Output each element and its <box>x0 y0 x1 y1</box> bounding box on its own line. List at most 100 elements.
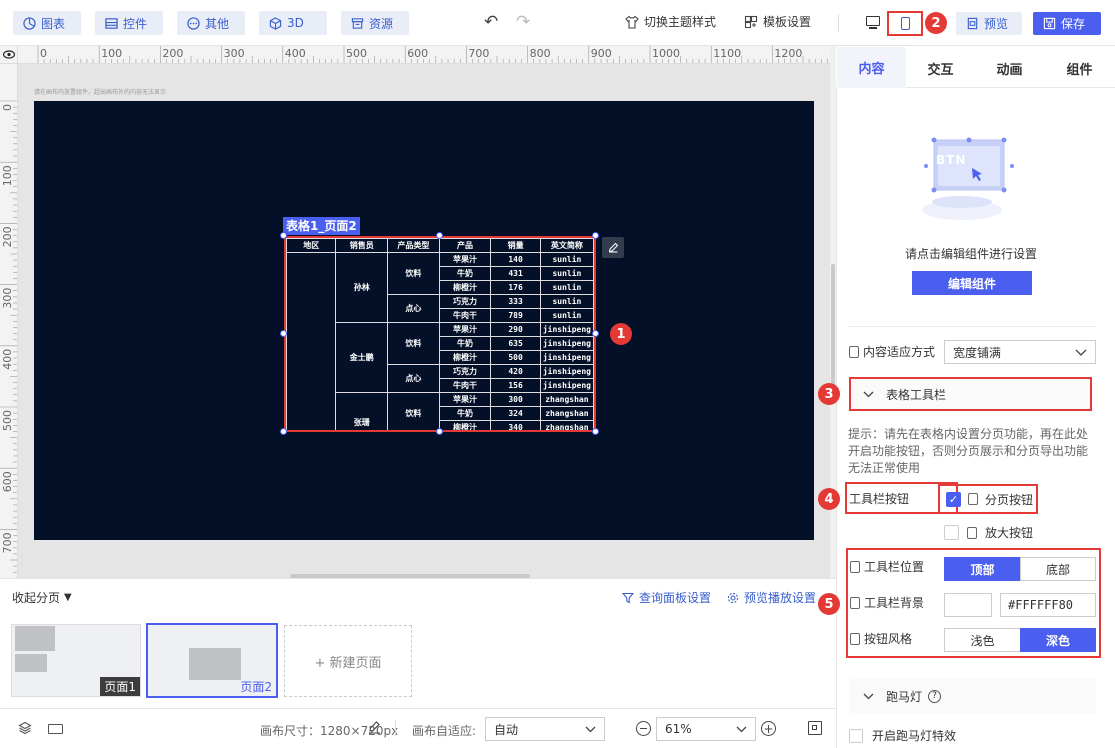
save-button[interactable]: 保存 <box>1033 12 1101 35</box>
resize-handle-nw[interactable] <box>280 232 287 239</box>
caret-down-icon: ▼ <box>64 592 72 603</box>
thumb-block <box>189 648 241 680</box>
other-button[interactable]: 其他 <box>177 11 245 35</box>
tab-animation[interactable]: 动画 <box>975 51 1044 85</box>
resize-handle-ne[interactable] <box>592 232 599 239</box>
redo-icon[interactable]: ↷ <box>516 12 530 32</box>
region-cell <box>286 252 337 430</box>
fit-screen-icon[interactable] <box>808 721 822 735</box>
query-panel-link[interactable]: 查询面板设置 <box>622 589 711 606</box>
product-cell: 柳橙汁 <box>438 350 492 365</box>
qty-cell: 789 <box>490 308 541 323</box>
zoom-select[interactable]: 61% <box>656 717 756 741</box>
header-salesperson: 销售员 <box>335 238 389 253</box>
canvas-adapt-select[interactable]: 自动 <box>485 717 605 741</box>
abbr-cell: zhangshan <box>539 420 594 430</box>
minus-icon <box>640 728 647 729</box>
chevron-down-icon <box>863 693 874 699</box>
collapse-pages-button[interactable]: 收起分页 ▼ <box>12 589 72 606</box>
vertical-ruler: 0 100 200 300 400 500 600 700 <box>0 64 18 578</box>
tab-interaction[interactable]: 交互 <box>906 51 975 85</box>
canvas-adapt-label: 画布自适应: <box>412 724 477 738</box>
abbr-cell: sunlin <box>539 252 594 267</box>
abbr-cell: jinshipeng <box>539 322 594 337</box>
checkbox-unchecked[interactable] <box>849 728 863 743</box>
fit-mode-select[interactable]: 宽度铺满 <box>944 340 1096 364</box>
setting-icon <box>967 526 977 539</box>
ruler-label: 1100 <box>713 47 741 60</box>
ruler-label: 300 <box>1 288 14 309</box>
product-cell: 牛奶 <box>438 336 492 351</box>
resize-handle-w[interactable] <box>280 330 287 337</box>
position-bottom-button[interactable]: 底部 <box>1020 557 1096 581</box>
page-button-option[interactable]: ✓ 分页按钮 <box>938 484 1038 514</box>
btn-illustration-text: BTN <box>936 153 967 167</box>
bg-color-input[interactable]: #FFFFFF80 <box>1000 593 1096 617</box>
page-thumb-1[interactable]: 页面1 <box>11 624 141 697</box>
zoom-out-button[interactable] <box>636 721 651 736</box>
save-icon <box>1043 17 1056 30</box>
marquee-enable-option[interactable]: 开启跑马灯特效 <box>849 727 956 744</box>
divider <box>395 720 396 736</box>
checkbox-checked[interactable]: ✓ <box>946 491 961 507</box>
header-abbr: 英文简称 <box>539 238 594 253</box>
keyboard-icon[interactable] <box>48 724 63 734</box>
horizontal-ruler: 0 100 200 300 400 500 600 700 800 900 1000 1100 1200 <box>18 46 830 64</box>
template-button[interactable]: 模板设置 <box>744 13 811 30</box>
mobile-view-button[interactable] <box>887 11 923 36</box>
chart-button[interactable]: 图表 <box>13 11 81 35</box>
ruler-label: 800 <box>530 47 551 60</box>
resource-button[interactable]: 资源 <box>341 11 409 35</box>
header-qty: 销量 <box>490 238 541 253</box>
marker-2: 2 <box>925 12 947 34</box>
product-cell: 柳橙汁 <box>438 280 492 295</box>
bg-color-swatch[interactable] <box>944 593 992 617</box>
product-cell: 苹果汁 <box>438 392 492 407</box>
header-product: 产品 <box>438 238 492 253</box>
resize-handle-s[interactable] <box>436 428 443 435</box>
canvas-area[interactable]: 请在画布内放置组件，超出画布外的内容无法显示 表格1_页面2 地区 销售员 产品… <box>18 64 830 578</box>
eye-icon[interactable] <box>0 46 18 64</box>
header-region: 地区 <box>286 238 337 253</box>
theme-button[interactable]: 切换主题样式 <box>625 13 716 30</box>
zoom-button-option[interactable]: 放大按钮 <box>944 524 1033 541</box>
setting-icon <box>850 560 860 573</box>
preview-settings-link[interactable]: 预览播放设置 <box>727 589 816 606</box>
resize-handle-e[interactable] <box>592 330 599 337</box>
preview-button[interactable]: 预览 <box>956 12 1022 35</box>
product-cell: 巧克力 <box>438 294 492 309</box>
ruler-label: 700 <box>1 532 14 553</box>
desktop-view-icon[interactable] <box>866 16 880 26</box>
layers-icon[interactable] <box>18 721 32 735</box>
resize-handle-sw[interactable] <box>280 428 287 435</box>
shirt-icon <box>625 15 639 29</box>
undo-icon[interactable]: ↶ <box>484 12 498 32</box>
edit-pencil-button[interactable] <box>602 237 624 258</box>
position-top-button[interactable]: 顶部 <box>944 557 1021 581</box>
zoom-in-button[interactable]: + <box>761 721 776 736</box>
ruler-label: 1200 <box>774 47 802 60</box>
page-thumb-2[interactable]: 页面2 <box>146 623 278 698</box>
checkbox-unchecked[interactable] <box>944 525 959 540</box>
tab-component[interactable]: 组件 <box>1044 51 1115 85</box>
resize-handle-se[interactable] <box>592 428 599 435</box>
help-icon[interactable]: ? <box>928 689 942 703</box>
type-cell: 饮料 <box>387 252 440 295</box>
ruler-label: 0 <box>1 104 14 111</box>
gear-icon <box>727 592 739 603</box>
edit-component-button[interactable]: 编辑组件 <box>912 271 1032 295</box>
table-component[interactable]: 地区 销售员 产品类型 产品 销量 英文简称 孙林 饮料 苹果汁 140 sunlin … <box>284 236 596 432</box>
abbr-cell: jinshipeng <box>539 378 594 393</box>
style-light-button[interactable]: 浅色 <box>944 628 1021 652</box>
new-page-button[interactable]: + 新建页面 <box>284 625 412 697</box>
resize-handle-n[interactable] <box>436 232 443 239</box>
3d-button[interactable]: 3D <box>259 11 327 35</box>
abbr-cell: sunlin <box>539 308 594 323</box>
tab-content[interactable]: 内容 <box>837 47 906 88</box>
marquee-section-header[interactable]: 跑马灯? <box>849 679 1096 713</box>
chevron-down-icon <box>863 391 874 397</box>
edit-size-icon[interactable] <box>368 720 381 734</box>
control-button[interactable]: 控件 <box>95 11 163 35</box>
toolbar-section-header[interactable]: 表格工具栏 <box>849 377 1092 411</box>
style-dark-button[interactable]: 深色 <box>1020 628 1096 652</box>
